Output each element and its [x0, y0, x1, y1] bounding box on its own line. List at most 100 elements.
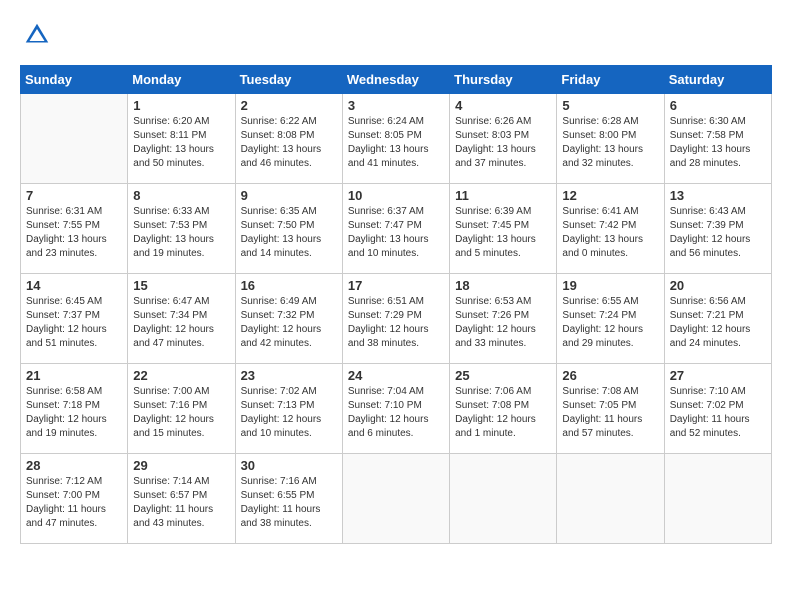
day-number: 7: [26, 188, 122, 203]
calendar-cell: 15 Sunrise: 6:47 AMSunset: 7:34 PMDayligh…: [128, 274, 235, 364]
day-number: 30: [241, 458, 337, 473]
day-info: Sunrise: 6:39 AMSunset: 7:45 PMDaylight:…: [455, 205, 551, 261]
day-number: 13: [670, 188, 766, 203]
day-of-week-header: Tuesday: [235, 66, 342, 94]
calendar-cell: [557, 454, 664, 544]
calendar-cell: 3Sunrise: 6:24 AMSunset: 8:05 PMDaylight…: [342, 94, 449, 184]
calendar-cell: 18 Sunrise: 6:53 AMSunset: 7:26 PMDayligh…: [450, 274, 557, 364]
week-row: 1 Sunrise: 6:20 AMSunset: 8:11 PMDaylight…: [21, 94, 772, 184]
day-info: Sunrise: 6:43 AMSunset: 7:39 PMDaylight:…: [670, 205, 766, 261]
day-info: Sunrise: 6:53 AMSunset: 7:26 PMDaylight:…: [455, 295, 551, 351]
day-of-week-header: Wednesday: [342, 66, 449, 94]
day-info: Sunrise: 6:22 AMSunset: 8:08 PMDaylight:…: [241, 115, 337, 171]
calendar-cell: 16 Sunrise: 6:49 AMSunset: 7:32 PMDayligh…: [235, 274, 342, 364]
day-info: Sunrise: 6:55 AMSunset: 7:24 PMDaylight:…: [562, 295, 658, 351]
calendar-cell: 22 Sunrise: 7:00 AMSunset: 7:16 PMDayligh…: [128, 364, 235, 454]
calendar-cell: 26 Sunrise: 7:08 AMSunset: 7:05 PMDayligh…: [557, 364, 664, 454]
day-info: Sunrise: 6:47 AMSunset: 7:34 PMDaylight:…: [133, 295, 229, 351]
calendar-cell: 23Sunrise: 7:02 AMSunset: 7:13 PMDayligh…: [235, 364, 342, 454]
day-number: 11: [455, 188, 551, 203]
day-info: Sunrise: 7:00 AMSunset: 7:16 PMDaylight:…: [133, 385, 229, 441]
day-info: Sunrise: 6:58 AMSunset: 7:18 PMDaylight:…: [26, 385, 122, 441]
calendar-cell: 24 Sunrise: 7:04 AMSunset: 7:10 PMDayligh…: [342, 364, 449, 454]
day-number: 14: [26, 278, 122, 293]
day-info: Sunrise: 6:28 AMSunset: 8:00 PMDaylight:…: [562, 115, 658, 171]
day-number: 1: [133, 98, 229, 113]
calendar-cell: 21 Sunrise: 6:58 AMSunset: 7:18 PMDayligh…: [21, 364, 128, 454]
day-number: 22: [133, 368, 229, 383]
day-of-week-header: Saturday: [664, 66, 771, 94]
day-number: 23: [241, 368, 337, 383]
calendar-cell: 27 Sunrise: 7:10 AMSunset: 7:02 PMDayligh…: [664, 364, 771, 454]
day-info: Sunrise: 6:35 AMSunset: 7:50 PMDaylight:…: [241, 205, 337, 261]
day-info: Sunrise: 6:49 AMSunset: 7:32 PMDaylight:…: [241, 295, 337, 351]
calendar-cell: 4Sunrise: 6:26 AMSunset: 8:03 PMDaylight…: [450, 94, 557, 184]
calendar-cell: 2 Sunrise: 6:22 AMSunset: 8:08 PMDaylight…: [235, 94, 342, 184]
day-number: 24: [348, 368, 444, 383]
day-of-week-header: Thursday: [450, 66, 557, 94]
day-info: Sunrise: 6:33 AMSunset: 7:53 PMDaylight:…: [133, 205, 229, 261]
day-info: Sunrise: 6:31 AMSunset: 7:55 PMDaylight:…: [26, 205, 122, 261]
day-info: Sunrise: 7:12 AMSunset: 7:00 PMDaylight:…: [26, 475, 122, 531]
calendar-cell: 17 Sunrise: 6:51 AMSunset: 7:29 PMDayligh…: [342, 274, 449, 364]
day-info: Sunrise: 7:10 AMSunset: 7:02 PMDaylight:…: [670, 385, 766, 441]
day-info: Sunrise: 6:20 AMSunset: 8:11 PMDaylight:…: [133, 115, 229, 171]
day-number: 9: [241, 188, 337, 203]
day-number: 26: [562, 368, 658, 383]
calendar-cell: 5 Sunrise: 6:28 AMSunset: 8:00 PMDaylight…: [557, 94, 664, 184]
day-number: 20: [670, 278, 766, 293]
day-number: 2: [241, 98, 337, 113]
day-info: Sunrise: 6:51 AMSunset: 7:29 PMDaylight:…: [348, 295, 444, 351]
day-number: 10: [348, 188, 444, 203]
day-info: Sunrise: 7:08 AMSunset: 7:05 PMDaylight:…: [562, 385, 658, 441]
calendar-cell: 9 Sunrise: 6:35 AMSunset: 7:50 PMDaylight…: [235, 184, 342, 274]
day-number: 28: [26, 458, 122, 473]
calendar-cell: 1 Sunrise: 6:20 AMSunset: 8:11 PMDaylight…: [128, 94, 235, 184]
day-number: 16: [241, 278, 337, 293]
day-number: 15: [133, 278, 229, 293]
day-number: 21: [26, 368, 122, 383]
day-of-week-header: Friday: [557, 66, 664, 94]
calendar-cell: 10 Sunrise: 6:37 AMSunset: 7:47 PMDayligh…: [342, 184, 449, 274]
calendar-cell: 13 Sunrise: 6:43 AMSunset: 7:39 PMDayligh…: [664, 184, 771, 274]
calendar-cell: 14 Sunrise: 6:45 AMSunset: 7:37 PMDayligh…: [21, 274, 128, 364]
week-row: 7 Sunrise: 6:31 AMSunset: 7:55 PMDaylight…: [21, 184, 772, 274]
calendar-cell: [450, 454, 557, 544]
day-info: Sunrise: 6:30 AMSunset: 7:58 PMDaylight:…: [670, 115, 766, 171]
day-of-week-header: Monday: [128, 66, 235, 94]
logo-icon: [22, 20, 52, 50]
day-info: Sunrise: 6:45 AMSunset: 7:37 PMDaylight:…: [26, 295, 122, 351]
page-header: [20, 20, 772, 55]
day-info: Sunrise: 6:26 AMSunset: 8:03 PMDaylight:…: [455, 115, 551, 171]
calendar-cell: 6 Sunrise: 6:30 AMSunset: 7:58 PMDaylight…: [664, 94, 771, 184]
day-info: Sunrise: 6:41 AMSunset: 7:42 PMDaylight:…: [562, 205, 658, 261]
day-number: 5: [562, 98, 658, 113]
day-number: 12: [562, 188, 658, 203]
day-number: 27: [670, 368, 766, 383]
week-row: 14 Sunrise: 6:45 AMSunset: 7:37 PMDayligh…: [21, 274, 772, 364]
calendar-cell: 28 Sunrise: 7:12 AMSunset: 7:00 PMDayligh…: [21, 454, 128, 544]
calendar-cell: 11 Sunrise: 6:39 AMSunset: 7:45 PMDayligh…: [450, 184, 557, 274]
day-info: Sunrise: 6:56 AMSunset: 7:21 PMDaylight:…: [670, 295, 766, 351]
day-info: Sunrise: 7:14 AMSunset: 6:57 PMDaylight:…: [133, 475, 229, 531]
calendar-cell: 30Sunrise: 7:16 AMSunset: 6:55 PMDayligh…: [235, 454, 342, 544]
day-info: Sunrise: 7:04 AMSunset: 7:10 PMDaylight:…: [348, 385, 444, 441]
day-info: Sunrise: 7:06 AMSunset: 7:08 PMDaylight:…: [455, 385, 551, 441]
week-row: 21 Sunrise: 6:58 AMSunset: 7:18 PMDayligh…: [21, 364, 772, 454]
logo: [20, 20, 52, 55]
calendar-table: SundayMondayTuesdayWednesdayThursdayFrid…: [20, 65, 772, 544]
day-number: 19: [562, 278, 658, 293]
day-number: 6: [670, 98, 766, 113]
calendar-cell: [664, 454, 771, 544]
day-number: 18: [455, 278, 551, 293]
calendar-cell: 8Sunrise: 6:33 AMSunset: 7:53 PMDaylight…: [128, 184, 235, 274]
week-row: 28 Sunrise: 7:12 AMSunset: 7:00 PMDayligh…: [21, 454, 772, 544]
day-number: 3: [348, 98, 444, 113]
calendar-cell: [21, 94, 128, 184]
days-of-week-row: SundayMondayTuesdayWednesdayThursdayFrid…: [21, 66, 772, 94]
calendar-cell: 12 Sunrise: 6:41 AMSunset: 7:42 PMDayligh…: [557, 184, 664, 274]
day-number: 17: [348, 278, 444, 293]
calendar-cell: 25Sunrise: 7:06 AMSunset: 7:08 PMDayligh…: [450, 364, 557, 454]
day-number: 29: [133, 458, 229, 473]
day-info: Sunrise: 6:37 AMSunset: 7:47 PMDaylight:…: [348, 205, 444, 261]
